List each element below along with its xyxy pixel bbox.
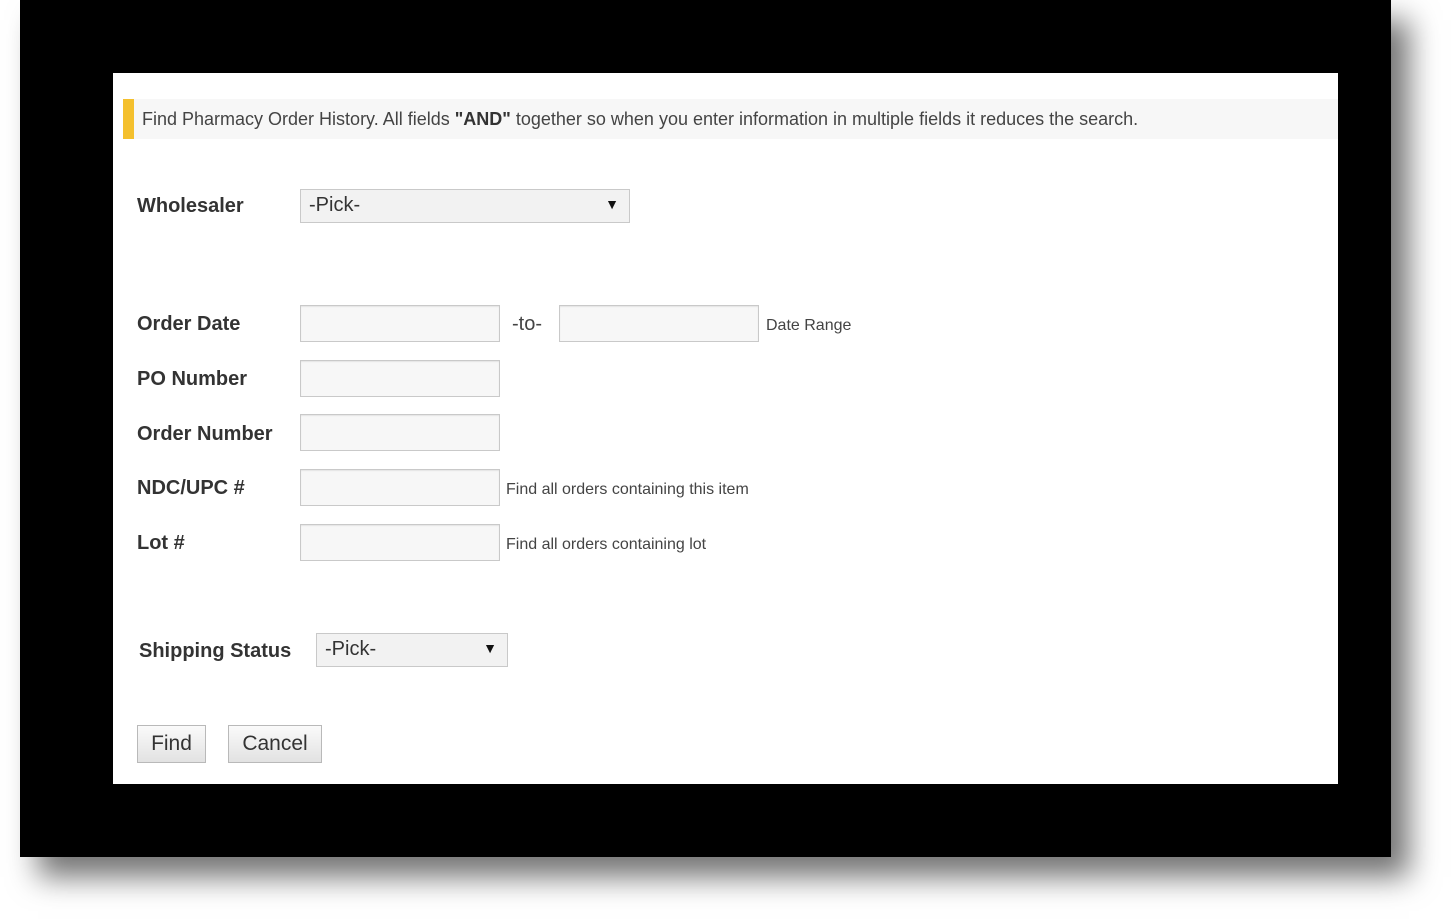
lot-number-input[interactable] (300, 524, 500, 561)
lot-number-hint: Find all orders containing lot (506, 536, 707, 553)
shipping-status-label: Shipping Status (139, 640, 292, 662)
banner-text-end: together so when you enter information i… (510, 109, 1139, 129)
order-date-label: Order Date (137, 313, 241, 335)
date-range-separator: -to- (512, 313, 542, 335)
date-range-hint: Date Range (766, 317, 852, 334)
lot-number-label: Lot # (137, 532, 185, 554)
banner-accent-bar (123, 99, 134, 139)
info-banner: Find Pharmacy Order History. All fields … (123, 99, 1338, 139)
po-number-label: PO Number (137, 368, 248, 390)
shipping-status-select-value: -Pick- (325, 638, 377, 660)
ndc-upc-label: NDC/UPC # (137, 477, 245, 499)
search-panel: Find Pharmacy Order History. All fields … (113, 73, 1338, 784)
ndc-upc-hint: Find all orders containing this item (506, 481, 749, 498)
screenshot-frame: Find Pharmacy Order History. All fields … (20, 0, 1391, 857)
find-button[interactable]: Find (137, 725, 206, 763)
ndc-upc-input[interactable] (300, 469, 500, 506)
order-number-input[interactable] (300, 414, 500, 451)
wholesaler-select[interactable]: -Pick- ▼ (300, 189, 630, 223)
po-number-input[interactable] (300, 360, 500, 397)
cancel-button[interactable]: Cancel (228, 725, 322, 763)
banner-text: Find Pharmacy Order History. All fields … (142, 109, 1138, 130)
wholesaler-label: Wholesaler (137, 195, 244, 217)
chevron-down-icon: ▼ (605, 196, 619, 212)
shipping-status-select[interactable]: -Pick- ▼ (316, 633, 508, 667)
chevron-down-icon: ▼ (483, 640, 497, 656)
banner-text-start: Find Pharmacy Order History. All fields (142, 109, 455, 129)
order-date-to-input[interactable] (559, 305, 759, 342)
order-date-from-input[interactable] (300, 305, 500, 342)
wholesaler-select-value: -Pick- (309, 194, 361, 216)
banner-text-bold: "AND" (454, 109, 511, 129)
order-number-label: Order Number (137, 423, 273, 445)
